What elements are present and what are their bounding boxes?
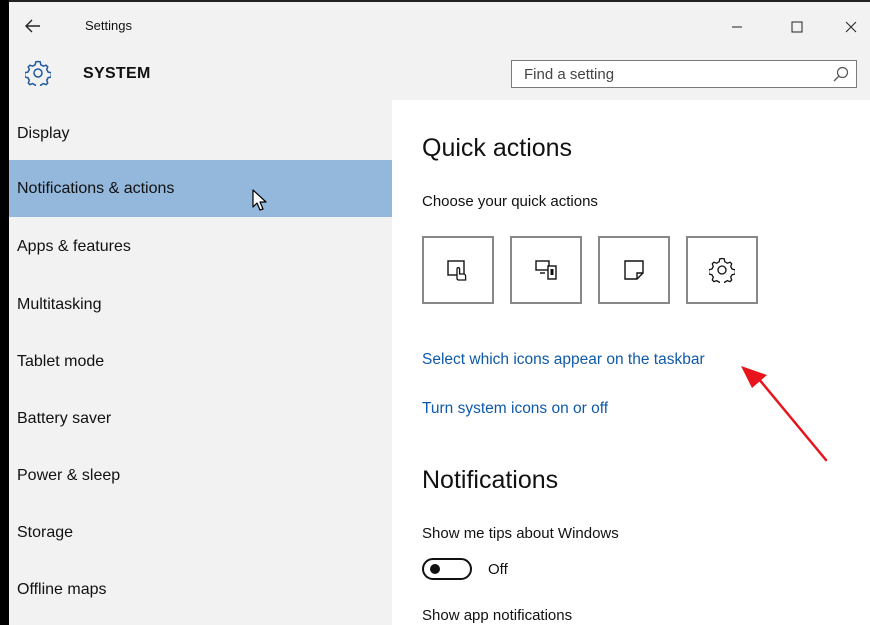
sidebar-item-tablet-mode[interactable]: Tablet mode: [9, 333, 392, 390]
sidebar-item-apps-features[interactable]: Apps & features: [9, 218, 392, 275]
quick-action-tile-project[interactable]: [510, 236, 582, 304]
system-icons-link[interactable]: Turn system icons on or off: [422, 400, 608, 418]
settings-header: SYSTEM: [9, 48, 870, 100]
sidebar-item-battery-saver[interactable]: Battery saver: [9, 390, 392, 447]
tips-toggle-state: Off: [488, 561, 508, 578]
mouse-cursor-icon: [252, 189, 267, 211]
sidebar-item-notifications-actions[interactable]: Notifications & actions: [9, 160, 392, 217]
sidebar-item-label: Apps & features: [17, 237, 131, 255]
quick-actions-subheading: Choose your quick actions: [422, 193, 598, 210]
notifications-heading: Notifications: [422, 466, 559, 494]
content-pane: Quick actions Choose your quick actions: [392, 100, 870, 625]
tips-label: Show me tips about Windows: [422, 525, 619, 542]
back-arrow-icon: [25, 19, 40, 33]
note-icon: [624, 260, 644, 280]
close-icon: [845, 21, 857, 33]
search-box[interactable]: [511, 60, 857, 88]
title-bar: Settings: [9, 2, 870, 48]
tablet-mode-icon: [447, 260, 467, 281]
window-border: [0, 0, 9, 625]
quick-action-tile-settings[interactable]: [686, 236, 758, 304]
window-title: Settings: [85, 18, 132, 33]
sidebar-item-display[interactable]: Display: [9, 105, 392, 162]
tips-toggle[interactable]: [422, 558, 472, 580]
quick-action-tile-note[interactable]: [598, 236, 670, 304]
sidebar-item-label: Notifications & actions: [17, 179, 175, 197]
sidebar-item-label: Multitasking: [17, 295, 102, 313]
sidebar-item-label: Power & sleep: [17, 466, 121, 484]
quick-actions-heading: Quick actions: [422, 134, 573, 162]
gear-icon: [25, 60, 51, 86]
maximize-button[interactable]: [775, 10, 819, 44]
project-icon: [535, 260, 557, 280]
minimize-button[interactable]: [715, 10, 759, 44]
sidebar-item-storage[interactable]: Storage: [9, 504, 392, 561]
section-title: SYSTEM: [83, 65, 151, 82]
sidebar-item-power-sleep[interactable]: Power & sleep: [9, 447, 392, 504]
sidebar-item-label: Offline maps: [17, 580, 107, 598]
toggle-knob: [430, 564, 440, 574]
sidebar-nav: Display Notifications & actions Apps & f…: [9, 100, 392, 625]
search-icon[interactable]: [832, 65, 850, 83]
app-notifications-label: Show app notifications: [422, 607, 573, 624]
sidebar-item-multitasking[interactable]: Multitasking: [9, 276, 392, 333]
settings-gear-icon: [709, 257, 735, 283]
sidebar-item-label: Battery saver: [17, 409, 112, 427]
quick-action-tile-tablet-mode[interactable]: [422, 236, 494, 304]
sidebar-item-label: Storage: [17, 523, 74, 541]
select-taskbar-icons-link[interactable]: Select which icons appear on the taskbar: [422, 351, 705, 369]
sidebar-item-label: Display: [17, 124, 70, 142]
sidebar-item-offline-maps[interactable]: Offline maps: [9, 561, 392, 618]
sidebar-item-label: Tablet mode: [17, 352, 105, 370]
back-button[interactable]: [9, 6, 57, 46]
maximize-icon: [791, 21, 803, 33]
settings-window: Settings SYSTEM Find a setting Display N…: [9, 2, 870, 625]
search-input[interactable]: [512, 61, 824, 87]
minimize-icon: [732, 26, 742, 28]
close-button[interactable]: [829, 10, 870, 44]
